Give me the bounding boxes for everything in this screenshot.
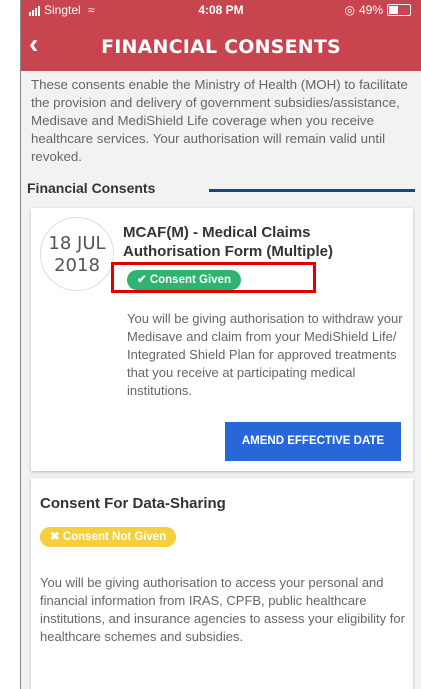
screenshot-frame: Singtel ≈ 4:08 PM ◎ 49% ‹ FINANCIAL CONS…: [0, 0, 421, 689]
consent-card-data-sharing[interactable]: Consent For Data-Sharing ✖ Consent Not G…: [31, 478, 413, 689]
consent-card-mcaf[interactable]: 18 JUL 2018 MCAF(M) - Medical Claims Aut…: [31, 208, 413, 471]
battery-indicator: ◎ 49%: [344, 3, 411, 17]
amend-effective-date-button[interactable]: AMEND EFFECTIVE DATE: [225, 422, 401, 461]
consent-date-day-month: 18 JUL: [48, 233, 106, 254]
highlight-annotation-box: [111, 262, 316, 293]
intro-text: These consents enable the Ministry of He…: [31, 77, 408, 164]
battery-percent: 49%: [358, 3, 383, 17]
consent-not-given-badge: ✖ Consent Not Given: [40, 527, 177, 547]
consent-title: MCAF(M) - Medical Claims Authorisation F…: [123, 224, 333, 260]
section-title: Financial Consents: [27, 180, 156, 196]
consent-description: You will be giving authorisation to with…: [127, 311, 403, 398]
consent-date-badge: 18 JUL 2018: [40, 217, 114, 291]
phone-screen: Singtel ≈ 4:08 PM ◎ 49% ‹ FINANCIAL CONS…: [20, 0, 421, 689]
battery-icon: [387, 4, 411, 16]
consent-date-year: 2018: [54, 255, 100, 276]
consent-description: You will be giving authorisation to acce…: [40, 575, 405, 644]
page-title: FINANCIAL CONSENTS: [101, 36, 341, 58]
consent-title: Consent For Data-Sharing: [40, 495, 226, 512]
status-bar: Singtel ≈ 4:08 PM ◎ 49%: [21, 0, 421, 22]
section-underline: [209, 189, 415, 192]
app-header: Singtel ≈ 4:08 PM ◎ 49% ‹ FINANCIAL CONS…: [21, 0, 421, 71]
location-icon: ◎: [344, 3, 355, 17]
